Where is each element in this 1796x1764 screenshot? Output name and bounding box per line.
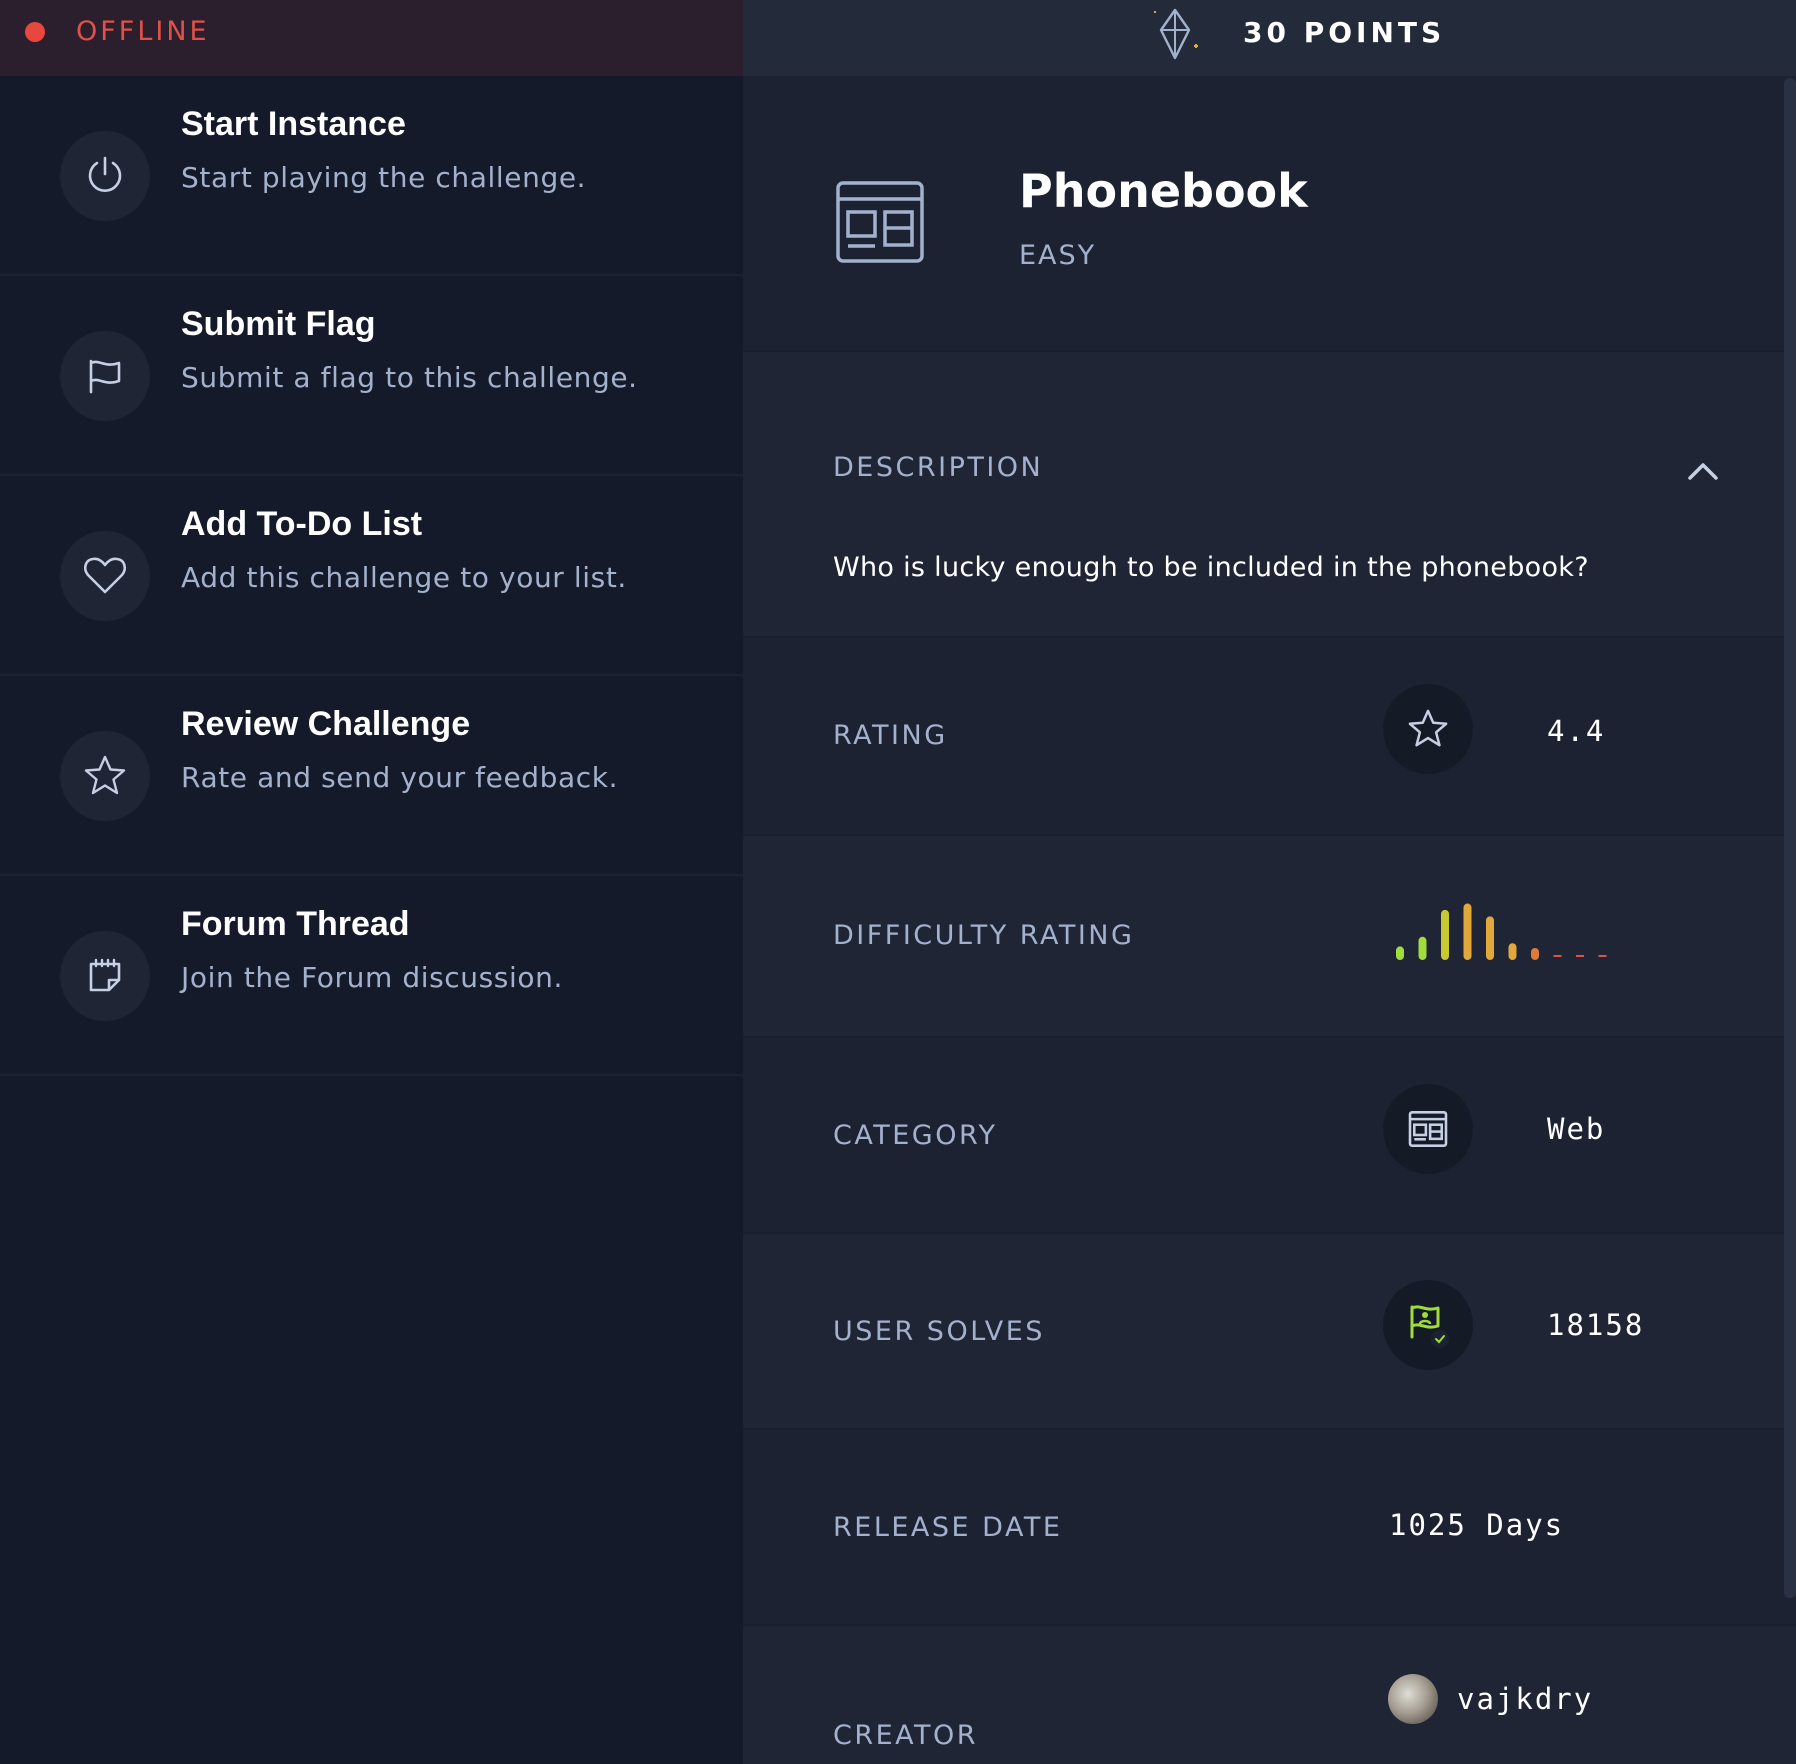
points-bar: 30 POINTS bbox=[743, 0, 1796, 76]
solved-flag-icon bbox=[1383, 1280, 1473, 1370]
challenge-details-panel: 30 POINTS Phonebook EASY DESCRIPTION Who… bbox=[743, 0, 1796, 1764]
user-solves-value: 18158 bbox=[1547, 1308, 1645, 1342]
description-text: Who is lucky enough to be included in th… bbox=[833, 552, 1589, 583]
web-category-icon bbox=[836, 181, 924, 263]
status-label: OFFLINE bbox=[76, 16, 210, 47]
description-label: DESCRIPTION bbox=[833, 452, 1044, 483]
status-bar: OFFLINE bbox=[0, 0, 743, 76]
category-label: CATEGORY bbox=[833, 1120, 998, 1151]
submit-flag-button[interactable]: Submit Flag Submit a flag to this challe… bbox=[0, 276, 743, 476]
user-solves-label: USER SOLVES bbox=[833, 1316, 1045, 1347]
release-date-row: RELEASE DATE 1025 Days bbox=[743, 1430, 1796, 1626]
creator-name[interactable]: vajkdry bbox=[1457, 1682, 1593, 1716]
scrollbar[interactable] bbox=[1784, 78, 1796, 1598]
challenge-header: Phonebook EASY bbox=[743, 76, 1796, 352]
action-subtitle: Submit a flag to this challenge. bbox=[181, 361, 638, 394]
notepad-icon bbox=[60, 931, 150, 1021]
chevron-up-icon[interactable] bbox=[1683, 456, 1723, 486]
actions-panel: OFFLINE Start Instance Start playing the… bbox=[0, 0, 743, 1764]
action-title: Forum Thread bbox=[181, 905, 410, 943]
heart-icon bbox=[60, 531, 150, 621]
creator-label: CREATOR bbox=[833, 1720, 979, 1751]
action-subtitle: Rate and send your feedback. bbox=[181, 761, 619, 794]
review-challenge-button[interactable]: Review Challenge Rate and send your feed… bbox=[0, 676, 743, 876]
status-dot bbox=[25, 22, 45, 42]
action-title: Submit Flag bbox=[181, 305, 376, 343]
creator-row: CREATOR vajkdry bbox=[743, 1626, 1796, 1764]
star-icon bbox=[1383, 684, 1473, 774]
rating-row: RATING 4.4 bbox=[743, 638, 1796, 836]
action-title: Review Challenge bbox=[181, 705, 471, 743]
category-row: CATEGORY Web bbox=[743, 1038, 1796, 1234]
difficulty-rating-label: DIFFICULTY RATING bbox=[833, 920, 1135, 951]
description-section: DESCRIPTION Who is lucky enough to be in… bbox=[743, 352, 1796, 638]
release-date-label: RELEASE DATE bbox=[833, 1512, 1063, 1543]
challenge-difficulty: EASY bbox=[1019, 240, 1097, 271]
action-subtitle: Start playing the challenge. bbox=[181, 161, 587, 194]
add-todo-button[interactable]: Add To-Do List Add this challenge to you… bbox=[0, 476, 743, 676]
action-subtitle: Join the Forum discussion. bbox=[181, 961, 563, 994]
avatar[interactable] bbox=[1388, 1674, 1438, 1724]
star-icon bbox=[60, 731, 150, 821]
user-solves-row: USER SOLVES 18158 bbox=[743, 1234, 1796, 1430]
points-label: 30 POINTS bbox=[1243, 16, 1446, 49]
release-date-value: 1025 Days bbox=[1389, 1508, 1565, 1542]
difficulty-rating-row: DIFFICULTY RATING bbox=[743, 836, 1796, 1038]
flag-icon bbox=[60, 331, 150, 421]
category-value: Web bbox=[1547, 1112, 1606, 1146]
power-icon bbox=[60, 131, 150, 221]
start-instance-button[interactable]: Start Instance Start playing the challen… bbox=[0, 76, 743, 276]
rating-value: 4.4 bbox=[1547, 714, 1606, 748]
diamond-icon bbox=[1154, 8, 1198, 60]
action-subtitle: Add this challenge to your list. bbox=[181, 561, 627, 594]
action-title: Start Instance bbox=[181, 105, 406, 143]
action-title: Add To-Do List bbox=[181, 505, 423, 543]
difficulty-bars-chart bbox=[1396, 903, 1607, 960]
challenge-title: Phonebook bbox=[1019, 164, 1308, 218]
web-category-icon bbox=[1383, 1084, 1473, 1174]
rating-label: RATING bbox=[833, 720, 948, 751]
forum-thread-button[interactable]: Forum Thread Join the Forum discussion. bbox=[0, 876, 743, 1076]
